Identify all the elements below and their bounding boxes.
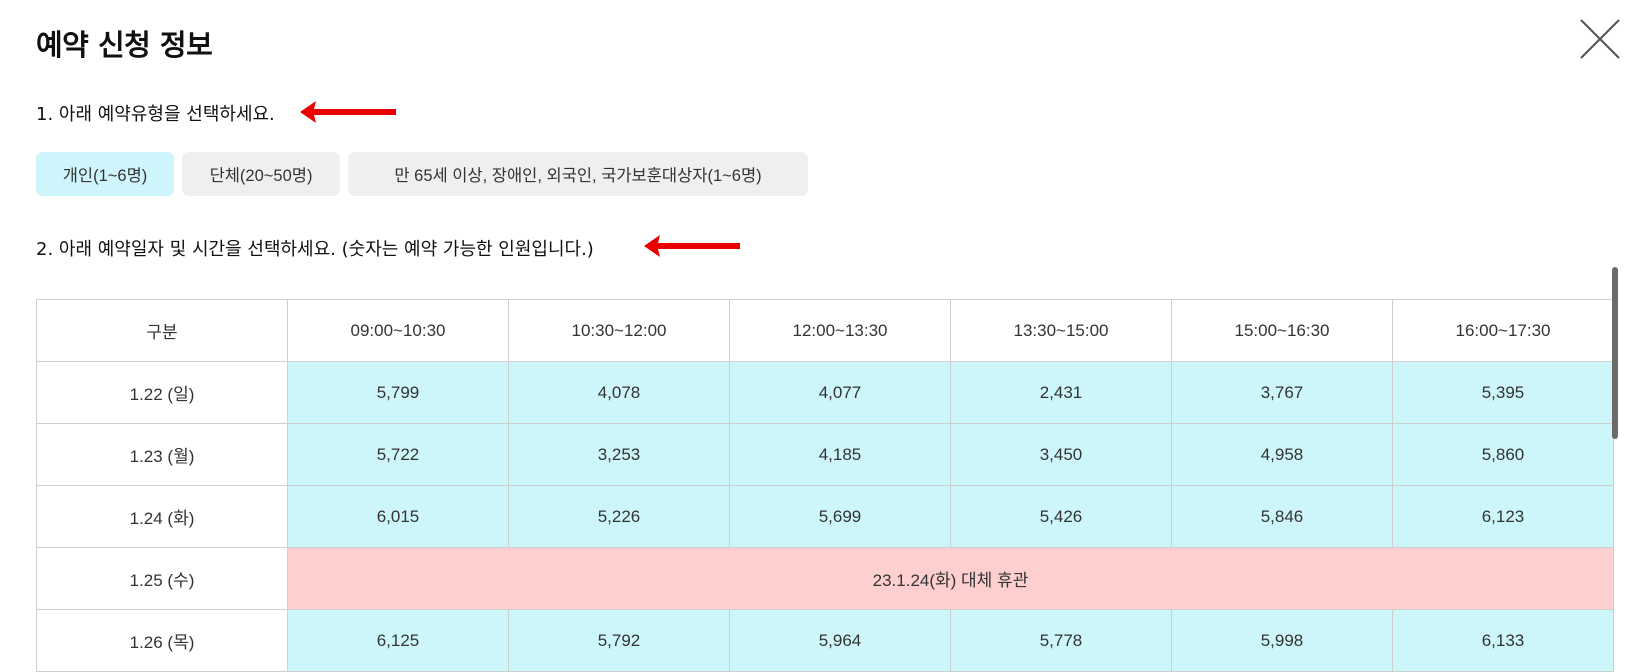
time-slot-cell[interactable]: 6,123	[1392, 485, 1614, 548]
row-date: 1.23 (월)	[36, 423, 288, 486]
closed-notice-cell: 23.1.24(화) 대체 휴관	[287, 547, 1614, 610]
time-slot-cell[interactable]: 5,226	[508, 485, 730, 548]
schedule-table-container: 구분 09:00~10:30 10:30~12:00 12:00~13:30 1…	[36, 299, 1614, 672]
table-row: 1.26 (목) 6,125 5,792 5,964 5,778 5,998 6…	[36, 609, 1614, 672]
time-slot-cell[interactable]: 5,998	[1171, 609, 1393, 672]
modal-title: 예약 신청 정보	[36, 28, 213, 62]
time-slot-cell[interactable]: 5,846	[1171, 485, 1393, 548]
table-row: 1.23 (월) 5,722 3,253 4,185 3,450 4,958 5…	[36, 423, 1614, 486]
time-slot-cell[interactable]: 4,185	[729, 423, 951, 486]
row-date: 1.26 (목)	[36, 609, 288, 672]
time-slot-cell[interactable]: 5,860	[1392, 423, 1614, 486]
table-row: 1.22 (일) 5,799 4,078 4,077 2,431 3,767 5…	[36, 361, 1614, 424]
column-header: 13:30~15:00	[950, 299, 1172, 362]
column-header: 10:30~12:00	[508, 299, 730, 362]
close-icon	[1580, 19, 1620, 59]
time-slot-cell[interactable]: 5,964	[729, 609, 951, 672]
row-date: 1.22 (일)	[36, 361, 288, 424]
column-header: 16:00~17:30	[1392, 299, 1614, 362]
time-slot-cell[interactable]: 6,015	[287, 485, 509, 548]
red-arrow-icon	[644, 235, 740, 257]
reservation-type-group: 개인(1~6명) 단체(20~50명) 만 65세 이상, 장애인, 외국인, …	[36, 152, 808, 196]
time-slot-cell[interactable]: 3,767	[1171, 361, 1393, 424]
step1-instruction: 1. 아래 예약유형을 선택하세요.	[36, 104, 275, 125]
time-slot-cell[interactable]: 3,253	[508, 423, 730, 486]
type-individual-button[interactable]: 개인(1~6명)	[36, 152, 174, 196]
schedule-table: 구분 09:00~10:30 10:30~12:00 12:00~13:30 1…	[36, 299, 1614, 672]
time-slot-cell[interactable]: 6,125	[287, 609, 509, 672]
time-slot-cell[interactable]: 5,778	[950, 609, 1172, 672]
time-slot-cell[interactable]: 3,450	[950, 423, 1172, 486]
time-slot-cell[interactable]: 6,133	[1392, 609, 1614, 672]
time-slot-cell[interactable]: 2,431	[950, 361, 1172, 424]
time-slot-cell[interactable]: 4,958	[1171, 423, 1393, 486]
scrollbar-thumb[interactable]	[1612, 267, 1618, 439]
time-slot-cell[interactable]: 5,699	[729, 485, 951, 548]
time-slot-cell[interactable]: 5,395	[1392, 361, 1614, 424]
column-header: 15:00~16:30	[1171, 299, 1393, 362]
time-slot-cell[interactable]: 4,078	[508, 361, 730, 424]
time-slot-cell[interactable]: 5,722	[287, 423, 509, 486]
step2-instruction: 2. 아래 예약일자 및 시간을 선택하세요. (숫자는 예약 가능한 인원입니…	[36, 239, 594, 260]
time-slot-cell[interactable]: 5,792	[508, 609, 730, 672]
type-priority-button[interactable]: 만 65세 이상, 장애인, 외국인, 국가보훈대상자(1~6명)	[348, 152, 808, 196]
table-row: 1.24 (화) 6,015 5,226 5,699 5,426 5,846 6…	[36, 485, 1614, 548]
time-slot-cell[interactable]: 4,077	[729, 361, 951, 424]
row-date: 1.24 (화)	[36, 485, 288, 548]
table-row-closed: 1.25 (수) 23.1.24(화) 대체 휴관	[36, 547, 1614, 610]
type-group-button[interactable]: 단체(20~50명)	[182, 152, 340, 196]
column-header: 구분	[36, 299, 288, 362]
red-arrow-icon	[300, 101, 396, 123]
row-date: 1.25 (수)	[36, 547, 288, 610]
column-header: 09:00~10:30	[287, 299, 509, 362]
time-slot-cell[interactable]: 5,426	[950, 485, 1172, 548]
column-header: 12:00~13:30	[729, 299, 951, 362]
time-slot-cell[interactable]: 5,799	[287, 361, 509, 424]
table-header-row: 구분 09:00~10:30 10:30~12:00 12:00~13:30 1…	[36, 299, 1614, 362]
close-button[interactable]	[1578, 17, 1622, 61]
